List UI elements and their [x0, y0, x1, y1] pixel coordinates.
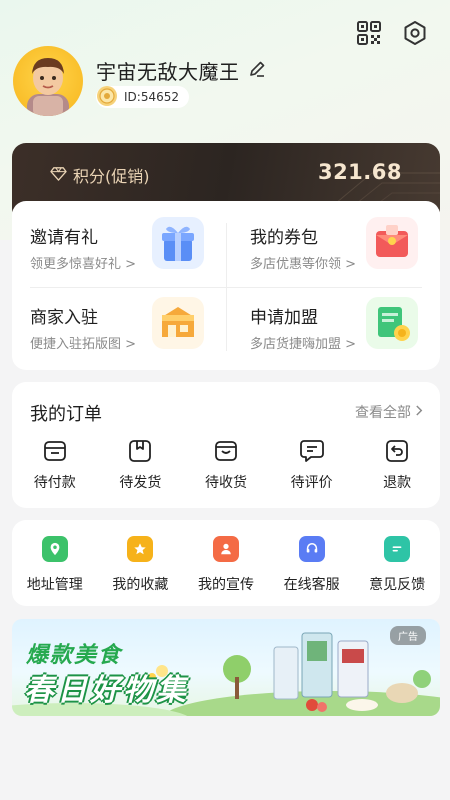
tool-label: 在线客服: [283, 577, 340, 593]
tools-row: 地址管理 我的收藏 我的宣传 在线客服 意见反馈: [12, 536, 440, 594]
tool-promotion[interactable]: 我的宣传: [183, 536, 269, 594]
promo-title: 我的券包: [250, 228, 318, 248]
coin-icon: [96, 85, 118, 110]
box-icon: [215, 441, 237, 461]
avatar[interactable]: [13, 46, 83, 116]
red-envelope-icon: [366, 217, 418, 269]
tool-label: 意见反馈: [369, 577, 426, 593]
tool-customer-service[interactable]: 在线客服: [269, 536, 355, 594]
order-refund[interactable]: 退款: [354, 438, 440, 492]
chevron-right-icon: [415, 404, 424, 421]
orders-title: 我的订单: [30, 404, 102, 425]
qrcode-icon[interactable]: [356, 20, 382, 46]
user-id-text: ID:54652: [124, 90, 179, 104]
promo-title: 申请加盟: [250, 308, 318, 328]
points-label: 积分(促销): [50, 163, 150, 187]
orders-card: 我的订单 查看全部 待付款 待发货 待收货 待评价 退款: [12, 382, 440, 508]
tool-favorites[interactable]: 我的收藏: [98, 536, 184, 594]
view-all-orders-link[interactable]: 查看全部: [355, 402, 424, 422]
package-icon: [129, 440, 152, 462]
tool-address[interactable]: 地址管理: [12, 536, 98, 594]
order-pending-receipt[interactable]: 待收货: [183, 438, 269, 492]
promo-invite[interactable]: 邀请有礼 领更多惊喜好礼 >: [12, 201, 226, 285]
shop-icon: [152, 297, 204, 349]
banner-subheadline: 春日好物集: [24, 673, 189, 708]
order-status-row: 待付款 待发货 待收货 待评价 退款: [12, 438, 440, 492]
promo-title: 邀请有礼: [30, 228, 98, 248]
promo-franchise[interactable]: 申请加盟 多店货捷嗨加盟 >: [226, 287, 440, 371]
settings-icon[interactable]: [402, 20, 428, 46]
order-pending-review[interactable]: 待评价: [269, 438, 355, 492]
feedback-icon: [384, 536, 411, 562]
order-label: 待收货: [204, 475, 247, 491]
tools-card: 地址管理 我的收藏 我的宣传 在线客服 意见反馈: [12, 520, 440, 606]
ad-tag: 广告: [390, 626, 426, 645]
ad-banner[interactable]: 爆款美食 春日好物集 广告: [12, 619, 440, 716]
order-pending-shipment[interactable]: 待发货: [98, 438, 184, 492]
top-toolbar: [356, 20, 428, 46]
order-label: 待发货: [119, 475, 162, 491]
tool-feedback[interactable]: 意见反馈: [354, 536, 440, 594]
order-pending-payment[interactable]: 待付款: [12, 438, 98, 492]
view-all-label: 查看全部: [355, 405, 411, 421]
promo-subtitle: 领更多惊喜好礼 >: [30, 257, 137, 272]
gift-box-icon: [152, 217, 204, 269]
document-coin-icon: [366, 297, 418, 349]
tool-label: 地址管理: [26, 577, 83, 593]
username-text: 宇宙无敌大魔王: [96, 60, 240, 84]
promo-subtitle: 多店货捷嗨加盟 >: [250, 337, 357, 352]
order-label: 退款: [383, 475, 412, 491]
tool-label: 我的宣传: [197, 577, 254, 593]
promo-title: 商家入驻: [30, 308, 98, 328]
wallet-icon: [43, 441, 66, 461]
promo-coupons[interactable]: 我的券包 多店优惠等你领 >: [226, 201, 440, 285]
edit-icon[interactable]: [248, 59, 266, 83]
person-icon: [212, 536, 239, 562]
promo-card: 邀请有礼 领更多惊喜好礼 > 我的券包 多店优惠等你领 > 商家入驻 便捷入驻拓…: [12, 201, 440, 370]
refund-icon: [386, 440, 409, 462]
promo-merchant[interactable]: 商家入驻 便捷入驻拓版图 >: [12, 287, 226, 371]
user-id-badge: ID:54652: [96, 85, 189, 110]
order-label: 待评价: [290, 475, 333, 491]
points-value: 321.68: [317, 160, 402, 184]
username: 宇宙无敌大魔王: [96, 56, 266, 85]
location-icon: [41, 536, 68, 562]
order-label: 待付款: [33, 475, 76, 491]
tool-label: 我的收藏: [112, 577, 169, 593]
promo-subtitle: 多店优惠等你领 >: [250, 257, 357, 272]
comment-icon: [299, 440, 324, 462]
promo-subtitle: 便捷入驻拓版图 >: [30, 337, 137, 352]
diamond-icon: [50, 165, 67, 186]
headset-icon: [298, 536, 325, 562]
star-icon: [127, 536, 154, 562]
points-label-text: 积分(促销): [73, 167, 150, 186]
